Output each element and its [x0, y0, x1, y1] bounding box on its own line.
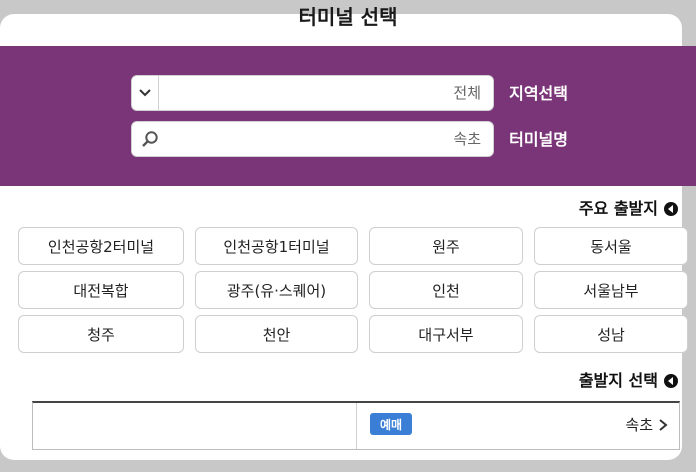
terminal-button[interactable]: 천안	[195, 315, 358, 353]
result-row[interactable]: 예매 속초	[356, 403, 679, 449]
region-select-value: 전체	[453, 84, 481, 102]
terminal-button[interactable]: 대구서부	[369, 315, 523, 353]
terminal-button[interactable]: 서울남부	[534, 271, 688, 309]
chevron-down-icon[interactable]	[132, 76, 159, 110]
region-label: 지역선택	[509, 84, 568, 103]
main-departures-grid: 인천공항2터미널 인천공항1터미널 원주 동서울 대전복합 광주(유·스퀘어) …	[18, 227, 688, 355]
main-departures-heading-text: 주요 출발지	[578, 199, 658, 218]
terminal-button[interactable]: 대전복합	[18, 271, 184, 309]
terminal-button[interactable]: 인천공항2터미널	[18, 227, 184, 265]
departure-result-table: 예매 속초	[32, 401, 680, 450]
section-bullet-icon	[664, 202, 678, 216]
reservation-badge: 예매	[370, 413, 412, 435]
terminal-button[interactable]: 원주	[369, 227, 523, 265]
search-panel: 지역선택 전체 터미널명 속초	[0, 46, 696, 186]
terminal-button[interactable]: 동서울	[534, 227, 688, 265]
terminal-button[interactable]: 인천공항1터미널	[195, 227, 358, 265]
section-bullet-icon	[664, 374, 678, 388]
result-terminal-name[interactable]: 속초	[625, 403, 653, 449]
terminal-search-value: 속초	[453, 130, 481, 148]
page-title: 터미널 선택	[298, 5, 398, 29]
chevron-right-icon	[659, 419, 668, 431]
terminal-name-label: 터미널명	[509, 130, 568, 149]
search-icon[interactable]	[138, 127, 162, 151]
terminal-button[interactable]: 광주(유·스퀘어)	[195, 271, 358, 309]
terminal-search-input[interactable]: 속초	[131, 121, 494, 157]
terminal-button[interactable]: 청주	[18, 315, 184, 353]
main-departures-heading: 주요 출발지	[579, 198, 678, 220]
terminal-button[interactable]: 인천	[369, 271, 523, 309]
terminal-button[interactable]: 성남	[534, 315, 688, 353]
region-select[interactable]: 전체	[131, 75, 494, 111]
departure-select-heading-text: 출발지 선택	[578, 371, 658, 390]
departure-select-heading: 출발지 선택	[579, 370, 678, 392]
